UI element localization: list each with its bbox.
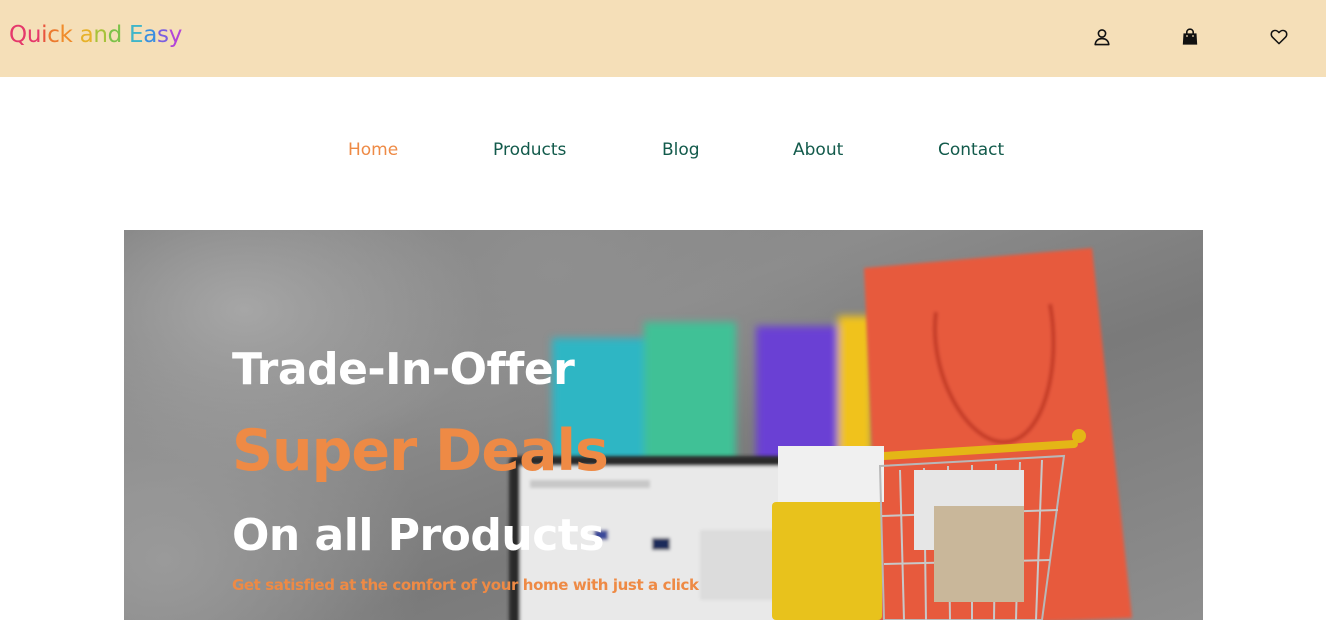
- logo-letter: a: [143, 22, 157, 48]
- hero-banner: Trade-In-Offer Super Deals On all Produc…: [124, 230, 1203, 620]
- logo-letter: [73, 22, 80, 48]
- logo-letter: [122, 22, 129, 48]
- logo-letter: n: [93, 22, 108, 48]
- nav-contact[interactable]: Contact: [938, 140, 1004, 160]
- logo-letter: y: [168, 22, 183, 48]
- logo-letter: u: [26, 22, 42, 48]
- top-bar: Quick and Easy: [0, 0, 1326, 77]
- brand-logo[interactable]: Quick and Easy: [9, 22, 182, 48]
- heart-icon[interactable]: [1268, 26, 1290, 48]
- logo-letter: s: [157, 22, 169, 48]
- nav-products[interactable]: Products: [493, 140, 566, 160]
- main-nav: Home Products Blog About Contact: [0, 140, 1326, 164]
- logo-letter: a: [79, 22, 94, 48]
- nav-blog[interactable]: Blog: [662, 140, 700, 160]
- shopping-bag-icon[interactable]: [1179, 26, 1201, 48]
- nav-about[interactable]: About: [793, 140, 843, 160]
- logo-letter: c: [47, 22, 60, 48]
- logo-letter: E: [128, 22, 144, 48]
- hero-tagline: Get satisfied at the comfort of your hom…: [232, 576, 699, 594]
- logo-letter: Q: [9, 22, 27, 48]
- hero-highlight: Super Deals: [232, 418, 609, 484]
- hero-title: Trade-In-Offer: [232, 344, 575, 395]
- hero-subtitle: On all Products: [232, 510, 605, 561]
- user-icon[interactable]: [1091, 26, 1113, 48]
- logo-letter: d: [107, 22, 123, 48]
- logo-letter: k: [59, 22, 73, 48]
- nav-home[interactable]: Home: [348, 140, 398, 160]
